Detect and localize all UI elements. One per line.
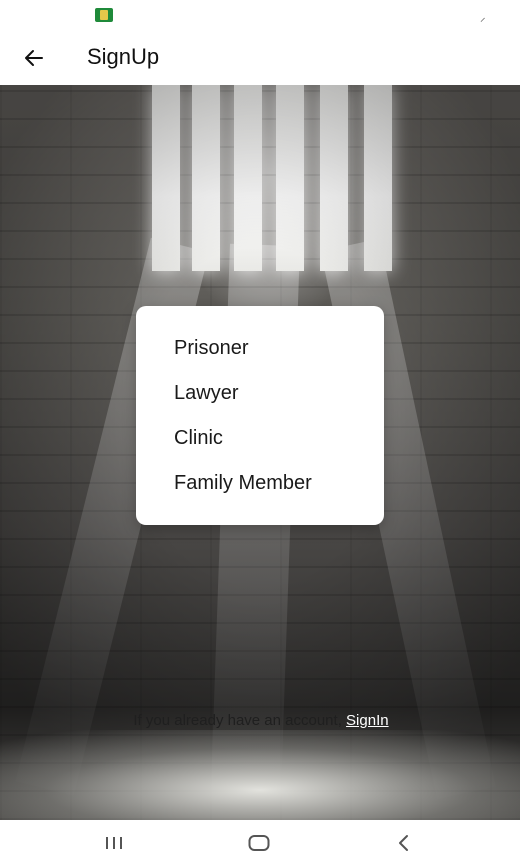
nav-back-button[interactable] xyxy=(384,828,424,858)
signin-prompt-text: If you already have an account, xyxy=(133,712,342,729)
signin-link[interactable]: SignIn xyxy=(346,712,389,729)
page-title: SignUp xyxy=(87,44,160,69)
home-button[interactable] xyxy=(239,828,279,858)
menu-item-prisoner[interactable]: Prisoner xyxy=(174,336,248,360)
menu-item-family-member[interactable]: Family Member xyxy=(174,471,312,495)
app-bar: SignUp xyxy=(0,32,520,85)
home-icon xyxy=(248,835,270,851)
back-chevron-icon xyxy=(399,835,408,851)
role-selection-menu: Prisoner Lawyer Clinic Family Member xyxy=(136,306,384,525)
recents-button[interactable] xyxy=(94,828,134,858)
signal-icon: ⸝ xyxy=(480,12,486,24)
system-navigation-bar xyxy=(0,820,520,866)
menu-item-clinic[interactable]: Clinic xyxy=(174,426,223,450)
arrow-left-icon xyxy=(25,50,43,66)
back-button[interactable] xyxy=(18,42,50,74)
signin-prompt: If you already have an account, SignIn xyxy=(0,712,520,729)
app-notification-icon xyxy=(95,8,113,22)
recents-icon xyxy=(106,837,122,849)
menu-item-lawyer[interactable]: Lawyer xyxy=(174,381,238,405)
status-bar: ⸝ xyxy=(0,0,520,32)
